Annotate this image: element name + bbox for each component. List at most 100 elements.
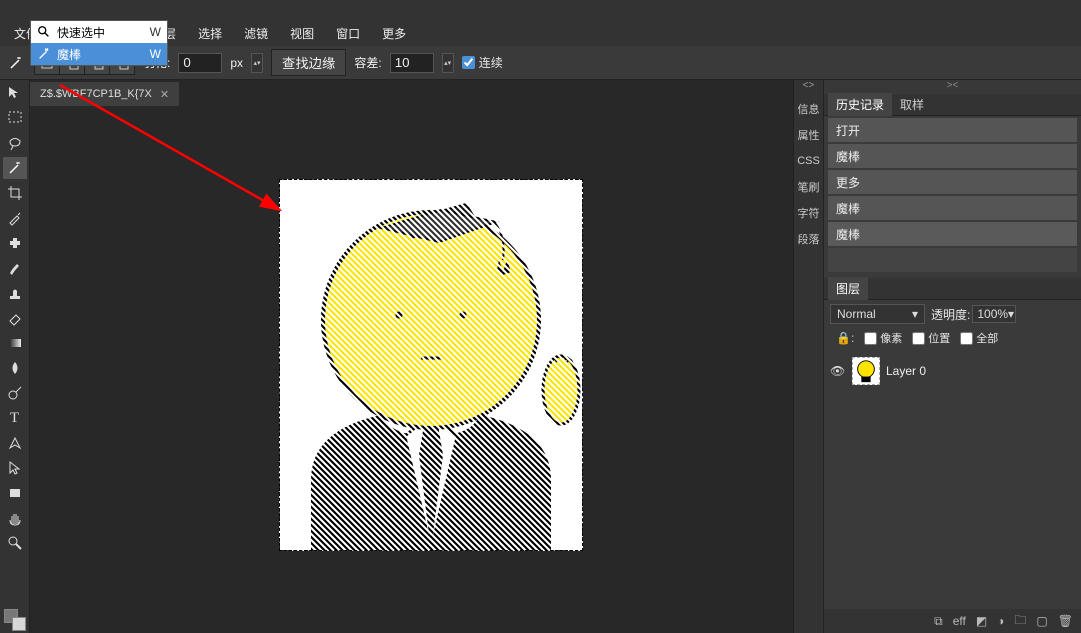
find-edges-button[interactable]: 查找边缘: [271, 49, 346, 76]
toolbox: T: [0, 80, 30, 633]
feather-input[interactable]: [178, 53, 222, 73]
pen-tool[interactable]: [3, 432, 27, 454]
folder-icon[interactable]: 🗀: [1014, 611, 1026, 632]
history-item[interactable]: 打开: [828, 118, 1077, 142]
layer-list: 👁 Layer 0: [824, 352, 1081, 609]
shortcut-key: W: [150, 47, 161, 61]
tab-layers[interactable]: 图层: [828, 277, 868, 300]
layer-thumbnail[interactable]: [852, 357, 880, 385]
menu-select[interactable]: 选择: [188, 22, 232, 45]
shape-tool[interactable]: [3, 482, 27, 504]
right-panels: >< 历史记录 取样 打开 魔棒 更多 魔棒 魔棒 图层: [823, 80, 1081, 633]
chevron-down-icon: ▾: [912, 307, 918, 321]
magic-wand-icon: [37, 47, 51, 61]
side-tab-css[interactable]: CSS: [794, 148, 824, 174]
brush-tool[interactable]: [3, 257, 27, 279]
eyedropper-tool[interactable]: [3, 207, 27, 229]
lock-position-checkbox[interactable]: 位置: [912, 330, 950, 346]
blend-mode-select[interactable]: Normal ▾: [830, 304, 925, 324]
side-tab-char[interactable]: 字符: [794, 200, 824, 226]
tolerance-input[interactable]: [390, 53, 434, 73]
lasso-tool[interactable]: [3, 132, 27, 154]
blur-tool[interactable]: [3, 357, 27, 379]
menu-more[interactable]: 更多: [372, 22, 416, 45]
new-layer-icon[interactable]: ▢: [1036, 614, 1047, 628]
menu-filter[interactable]: 滤镜: [234, 22, 278, 45]
tolerance-label: 容差:: [354, 54, 381, 71]
layer-row[interactable]: 👁 Layer 0: [826, 354, 1079, 388]
effects-label[interactable]: eff: [953, 614, 966, 628]
history-item[interactable]: 魔棒: [828, 196, 1077, 220]
stamp-tool[interactable]: [3, 282, 27, 304]
side-tab-brush[interactable]: 笔刷: [794, 174, 824, 200]
heal-tool[interactable]: [3, 232, 27, 254]
tolerance-stepper[interactable]: ▴▾: [442, 53, 454, 73]
history-item[interactable]: 魔棒: [828, 144, 1077, 168]
feather-stepper[interactable]: ▴▾: [251, 53, 263, 73]
menu-view[interactable]: 视图: [280, 22, 324, 45]
side-tab-props[interactable]: 属性: [794, 122, 824, 148]
lock-pixel-checkbox[interactable]: 像素: [864, 330, 902, 346]
wand-tool[interactable]: [3, 157, 27, 179]
marquee-tool[interactable]: [3, 107, 27, 129]
canvas[interactable]: [280, 180, 582, 550]
canvas-area[interactable]: Z$.$WBF7CP1B_K{7X ✕: [30, 80, 793, 633]
gradient-tool[interactable]: [3, 332, 27, 354]
opacity-label: 透明度:: [931, 306, 970, 323]
tool-flyout-label: 魔棒: [57, 46, 81, 63]
close-icon[interactable]: ✕: [160, 88, 169, 101]
background-swatch[interactable]: [12, 617, 26, 631]
layers-panel: 图层 Normal ▾ 透明度: 100% ▾: [824, 278, 1081, 633]
menu-window[interactable]: 窗口: [326, 22, 370, 45]
tool-flyout-quick-select[interactable]: 快速选中 W: [31, 21, 167, 43]
crop-tool[interactable]: [3, 182, 27, 204]
opacity-input[interactable]: 100% ▾: [972, 305, 1016, 323]
side-tab-para[interactable]: 段落: [794, 226, 824, 252]
tool-flyout-menu: 快速选中 W 魔棒 W: [30, 20, 168, 66]
collapsed-panels-strip: <> 信息 属性 CSS 笔刷 字符 段落: [793, 80, 823, 633]
blend-mode-value: Normal: [837, 307, 876, 321]
history-item[interactable]: 魔棒: [828, 222, 1077, 246]
quick-select-icon: [37, 25, 51, 39]
contiguous-check-input[interactable]: [462, 56, 475, 69]
move-tool[interactable]: [3, 82, 27, 104]
layers-footer: ⧉ eff ◩ ◑ 🗀 ▢ 🗑: [824, 609, 1081, 633]
current-tool-icon: [6, 53, 26, 73]
chevron-down-icon: ▾: [1008, 307, 1014, 321]
tool-flyout-magic-wand[interactable]: 魔棒 W: [31, 43, 167, 65]
tab-sample[interactable]: 取样: [892, 93, 932, 116]
adjustment-icon[interactable]: ◑: [997, 614, 1004, 628]
document-tab[interactable]: Z$.$WBF7CP1B_K{7X ✕: [30, 82, 179, 106]
contiguous-checkbox[interactable]: 连续: [462, 54, 503, 71]
history-panel: 历史记录 取样 打开 魔棒 更多 魔棒 魔棒: [824, 94, 1081, 276]
visibility-icon[interactable]: 👁: [830, 364, 846, 378]
document-title: Z$.$WBF7CP1B_K{7X: [40, 88, 152, 100]
collapse-toggle[interactable]: <>: [794, 80, 823, 96]
document-tab-bar: Z$.$WBF7CP1B_K{7X ✕: [30, 80, 793, 108]
contiguous-label: 连续: [479, 54, 503, 71]
shortcut-key: W: [150, 25, 161, 39]
tab-history[interactable]: 历史记录: [828, 93, 892, 116]
dodge-tool[interactable]: [3, 382, 27, 404]
color-swatches[interactable]: [4, 609, 30, 631]
type-tool[interactable]: T: [3, 407, 27, 429]
hand-tool[interactable]: [3, 507, 27, 529]
mask-icon[interactable]: ◩: [976, 614, 987, 628]
tool-flyout-label: 快速选中: [57, 24, 105, 41]
zoom-tool[interactable]: [3, 532, 27, 554]
lock-icon: 🔒:: [836, 331, 854, 345]
eraser-tool[interactable]: [3, 307, 27, 329]
history-empty-row: [828, 248, 1077, 272]
selection-marquee: [279, 179, 583, 551]
history-item[interactable]: 更多: [828, 170, 1077, 194]
panel-collapse-toggle[interactable]: ><: [824, 80, 1081, 94]
side-tab-info[interactable]: 信息: [794, 96, 824, 122]
lock-all-checkbox[interactable]: 全部: [960, 330, 998, 346]
annotation-arrow: [50, 80, 310, 300]
opacity-value: 100%: [977, 307, 1008, 321]
path-select-tool[interactable]: [3, 457, 27, 479]
link-layers-icon[interactable]: ⧉: [934, 614, 943, 629]
trash-icon[interactable]: 🗑: [1058, 614, 1073, 628]
layer-name: Layer 0: [886, 364, 926, 378]
feather-unit: px: [230, 56, 243, 70]
